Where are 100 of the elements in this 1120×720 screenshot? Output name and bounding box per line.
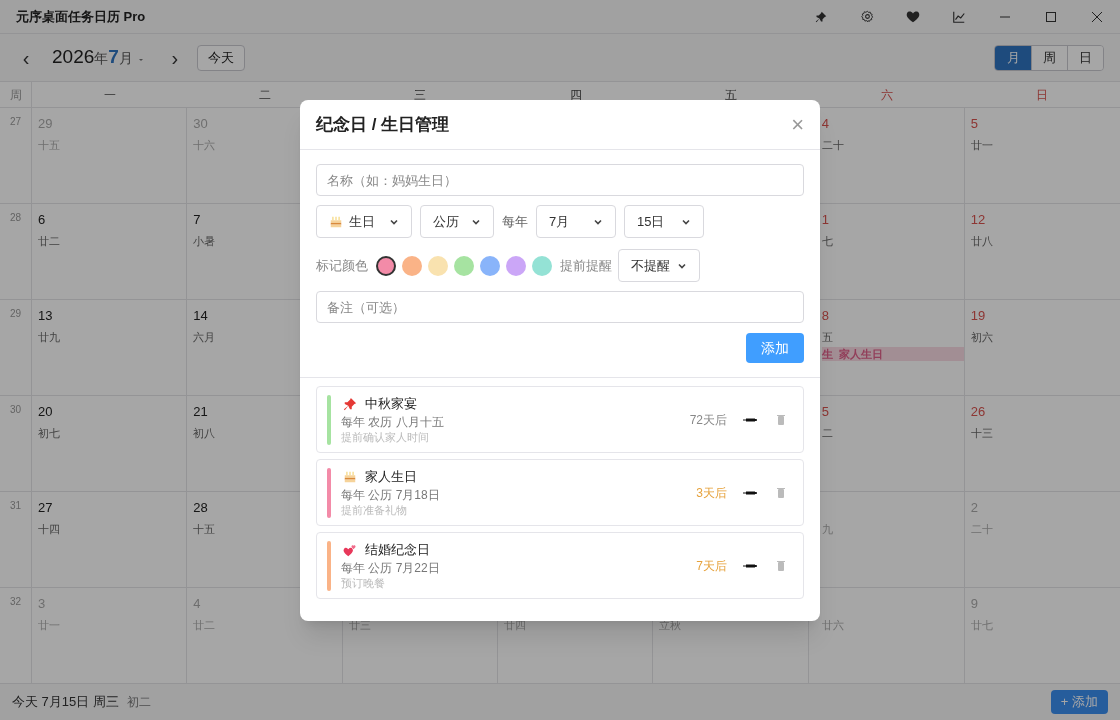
note-field[interactable]: 备注（可选） bbox=[316, 291, 804, 323]
pen-icon bbox=[743, 417, 757, 422]
date-number: 5 bbox=[821, 403, 829, 421]
cake-icon bbox=[343, 469, 357, 484]
date-number: 7 bbox=[193, 211, 201, 229]
event-note: 提前准备礼物 bbox=[341, 502, 408, 518]
dropdown[interactable]: 不提醒 bbox=[618, 249, 700, 282]
weekday-header: 五 bbox=[725, 86, 737, 104]
field-label: 每年 bbox=[502, 212, 528, 231]
event-name: 家人生日 bbox=[365, 467, 417, 486]
cake-icon bbox=[329, 214, 343, 229]
window-title: 元序桌面任务日历 Pro bbox=[16, 7, 146, 26]
date-number: 28 bbox=[193, 499, 208, 517]
weekday-header: 六 bbox=[880, 86, 893, 104]
settings-icon bbox=[860, 10, 874, 23]
lunar-date: 廿二 bbox=[38, 234, 60, 249]
weekday-header: 三 bbox=[414, 86, 427, 104]
week-number: 28 bbox=[9, 211, 22, 224]
event-card[interactable]: 结婚纪念日 每年 公历 7月22日 预订晚餐 7天后 bbox=[316, 532, 804, 599]
week-number: 31 bbox=[9, 499, 22, 512]
delete-button[interactable] bbox=[777, 487, 785, 498]
date-number: 21 bbox=[193, 403, 208, 421]
color-swatch[interactable] bbox=[428, 255, 448, 276]
lunar-date: 小暑 bbox=[193, 234, 216, 249]
event-card[interactable]: 中秋家宴 每年 农历 八月十五 提前确认家人时间 72天后 bbox=[316, 386, 804, 453]
delete-button[interactable] bbox=[777, 560, 785, 571]
lunar-date: 十四 bbox=[38, 522, 60, 537]
lunar-date: 二 bbox=[821, 426, 833, 441]
color-swatch[interactable] bbox=[454, 255, 474, 276]
dialog-title: 纪念日 / 生日管理 bbox=[316, 113, 450, 136]
dropdown[interactable]: 15日 bbox=[624, 205, 704, 238]
edit-button[interactable] bbox=[743, 417, 757, 422]
name-field[interactable]: 名称（如：妈妈生日） bbox=[316, 164, 804, 196]
color-swatch[interactable] bbox=[506, 255, 526, 276]
month-picker[interactable]: 2026年7月 bbox=[52, 43, 145, 72]
dropdown[interactable]: 7月 bbox=[536, 205, 616, 238]
chart-icon bbox=[952, 9, 966, 24]
previous-button[interactable]: ‹ bbox=[16, 42, 36, 73]
countdown: 7天后 bbox=[696, 557, 727, 575]
view-tab[interactable]: 周 bbox=[1031, 45, 1067, 70]
event-name: 结婚纪念日 bbox=[365, 540, 430, 559]
lunar-date: 十五 bbox=[193, 522, 216, 537]
today-button[interactable]: 今天 bbox=[196, 44, 245, 71]
date-number: 26 bbox=[970, 403, 986, 421]
date-number: 27 bbox=[38, 499, 53, 517]
weekday-header: 日 bbox=[1036, 86, 1049, 104]
view-tab[interactable]: 日 bbox=[1067, 45, 1103, 70]
lunar-date: 七 bbox=[821, 234, 833, 249]
edit-button[interactable] bbox=[743, 563, 757, 568]
view-tab[interactable]: 月 bbox=[995, 45, 1031, 70]
today-label: 今天 7月15日 周三 bbox=[12, 693, 119, 712]
date-number: 19 bbox=[970, 307, 986, 325]
dropdown[interactable]: 生日 bbox=[316, 205, 412, 238]
event-tag: 生 bbox=[821, 345, 833, 363]
edit-button[interactable] bbox=[743, 490, 757, 495]
lunar-date: 初六 bbox=[970, 330, 993, 345]
date-number: 4 bbox=[821, 115, 829, 133]
trash-icon bbox=[777, 414, 785, 425]
event-date: 每年 农历 八月十五 bbox=[341, 413, 445, 430]
lunar-date: 廿九 bbox=[38, 330, 60, 345]
weekday-header: 一 bbox=[103, 86, 116, 104]
event-card[interactable]: 家人生日 每年 公历 7月18日 提前准备礼物 3天后 bbox=[316, 459, 804, 526]
week-number: 27 bbox=[9, 115, 22, 128]
weekday-header: 周 bbox=[9, 86, 22, 104]
next-button[interactable]: › bbox=[164, 42, 185, 73]
pen-icon bbox=[743, 563, 757, 568]
date-number: 2 bbox=[970, 499, 978, 517]
lunar-date: 初二 bbox=[126, 694, 151, 711]
hearts-icon bbox=[343, 542, 357, 557]
countdown: 72天后 bbox=[689, 411, 727, 429]
date-number: 4 bbox=[193, 595, 201, 613]
dropdown[interactable]: 公历 bbox=[420, 205, 494, 238]
week-number: 32 bbox=[9, 595, 22, 608]
lunar-date: 初八 bbox=[193, 426, 216, 441]
maximize-icon bbox=[1046, 11, 1056, 22]
date-number: 3 bbox=[38, 595, 46, 613]
date-number: 13 bbox=[38, 307, 53, 325]
date-number: 6 bbox=[38, 211, 46, 229]
date-number: 20 bbox=[38, 403, 53, 421]
weekday-header: 四 bbox=[569, 86, 582, 104]
trash-icon bbox=[777, 487, 785, 498]
week-number: 29 bbox=[9, 307, 22, 320]
pin-icon bbox=[815, 10, 827, 23]
color-swatch[interactable] bbox=[402, 255, 422, 276]
delete-button[interactable] bbox=[777, 414, 785, 425]
color-swatch[interactable] bbox=[480, 255, 500, 276]
field-label: 提前提醒 bbox=[560, 256, 612, 275]
week-number: 30 bbox=[9, 403, 22, 416]
lunar-date: 初七 bbox=[38, 426, 60, 441]
heart-icon bbox=[906, 10, 920, 23]
lunar-date: 廿八 bbox=[970, 234, 993, 249]
event-name: 中秋家宴 bbox=[365, 394, 417, 413]
color-swatch[interactable] bbox=[376, 255, 396, 276]
pen-icon bbox=[743, 490, 757, 495]
weekday-header: 二 bbox=[259, 86, 271, 104]
lunar-date: 二十 bbox=[821, 138, 844, 153]
pin-icon bbox=[343, 396, 357, 411]
color-swatch[interactable] bbox=[532, 255, 552, 276]
lunar-date: 六月 bbox=[193, 330, 216, 345]
trash-icon bbox=[777, 560, 785, 571]
